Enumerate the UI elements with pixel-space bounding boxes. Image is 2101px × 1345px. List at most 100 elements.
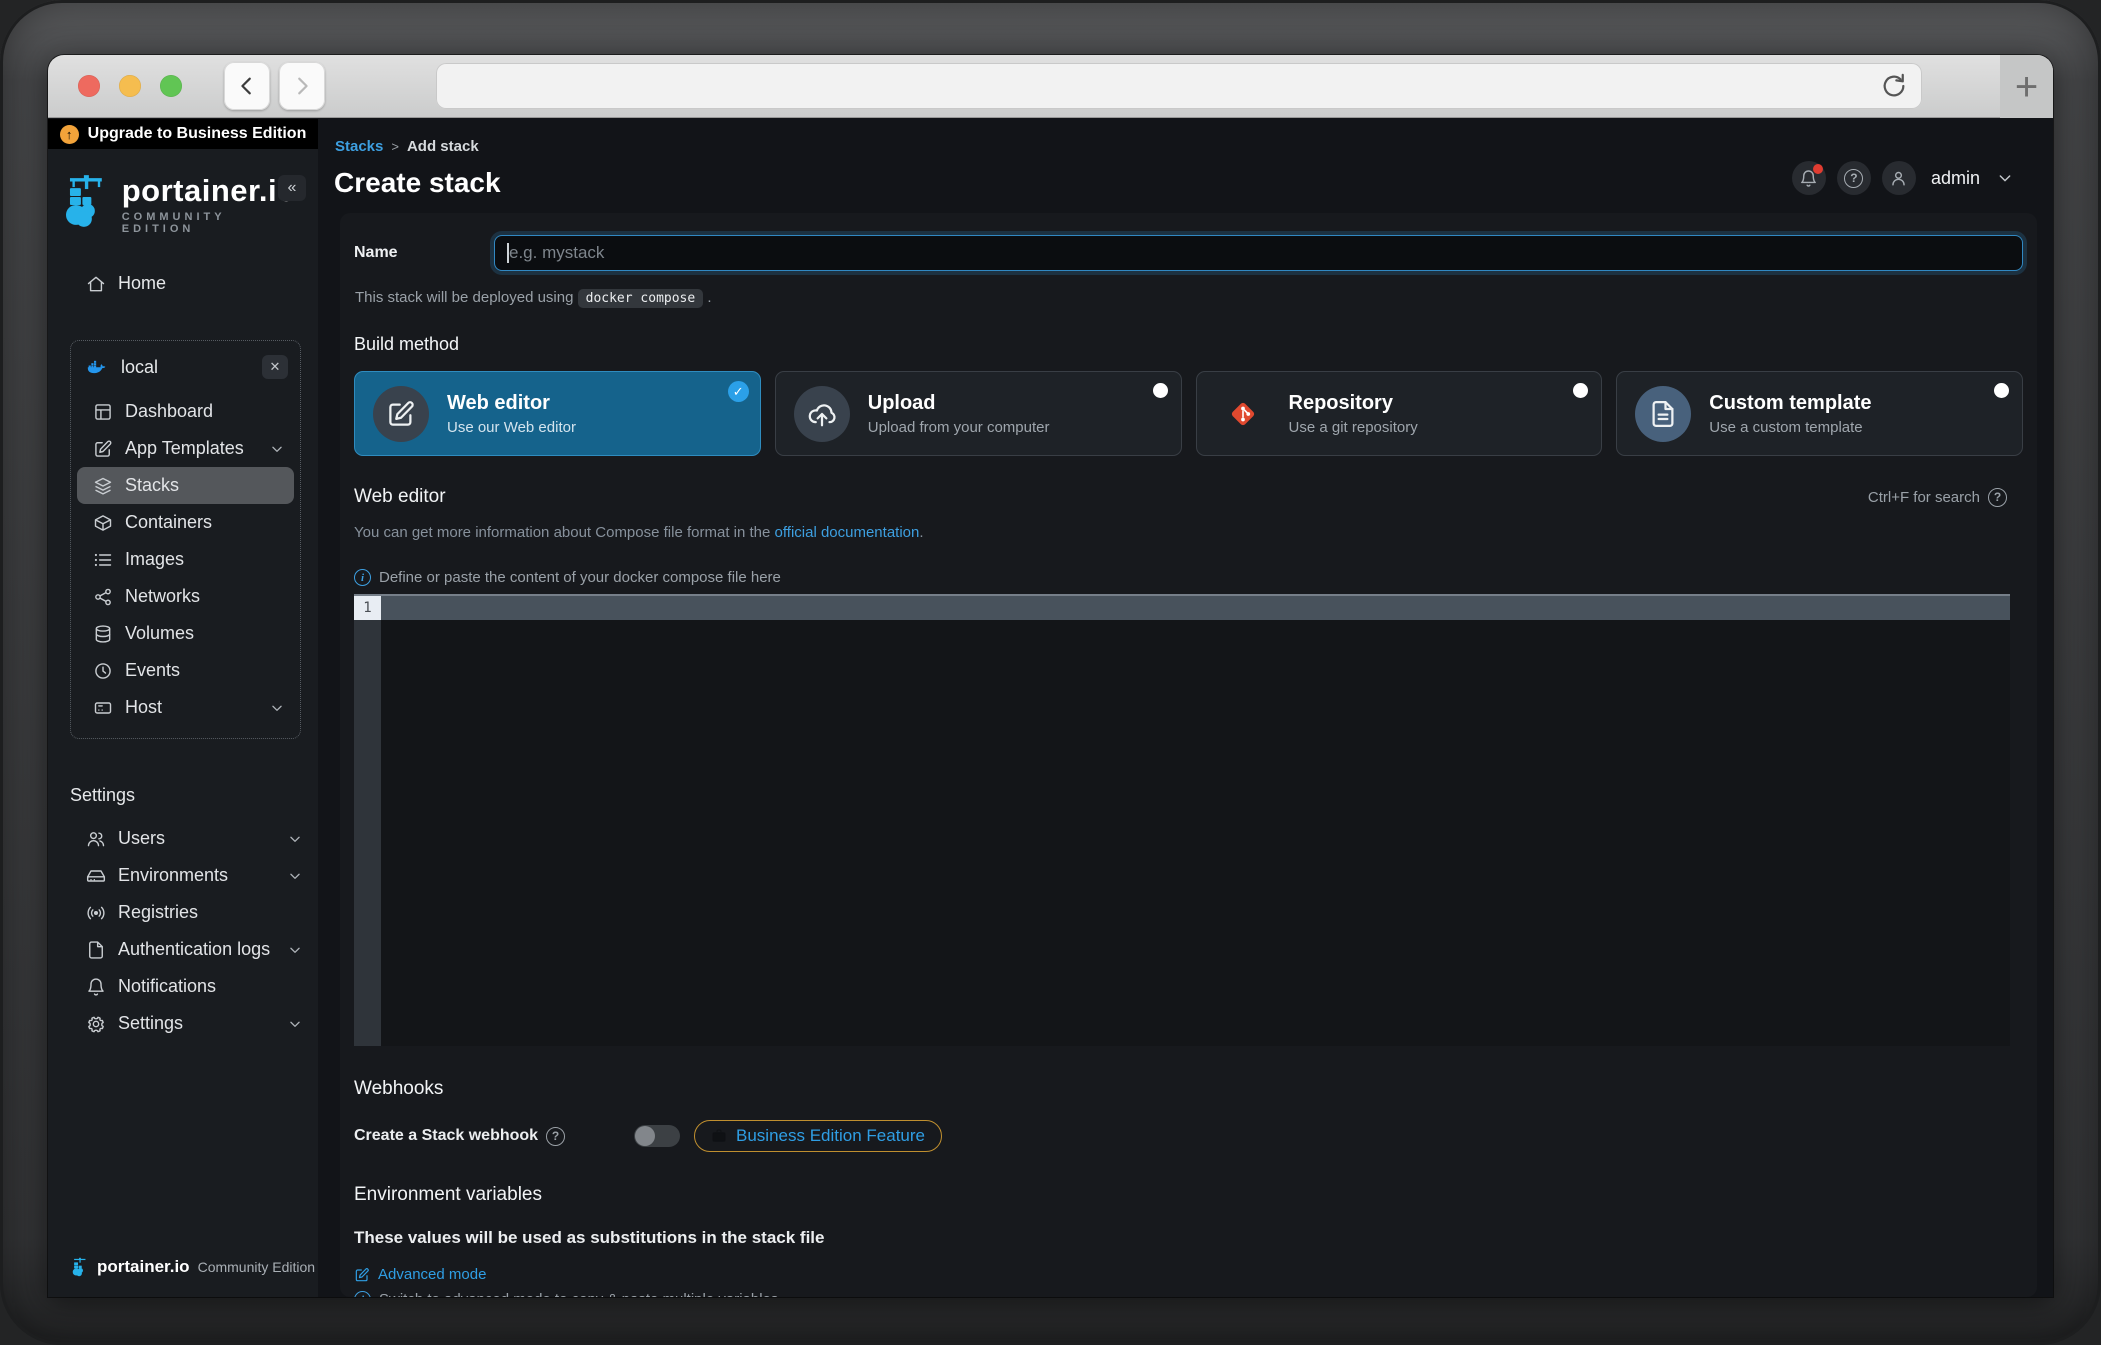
registries-icon bbox=[86, 903, 106, 923]
sidebar-item-authentication-logs[interactable]: Authentication logs bbox=[70, 931, 312, 968]
card-title: Repository bbox=[1289, 392, 1418, 415]
sidebar-collapse-button[interactable]: « bbox=[278, 175, 306, 201]
events-icon bbox=[93, 661, 113, 681]
breadcrumb-stacks-link[interactable]: Stacks bbox=[335, 138, 383, 155]
footer-edition: Community Edition bbox=[198, 1259, 316, 1275]
card-subtitle: Use a git repository bbox=[1289, 419, 1418, 436]
docker-whale-icon bbox=[87, 357, 107, 377]
env-vars-subtitle: These values will be used as substitutio… bbox=[354, 1228, 2023, 1248]
cloud-upload-icon bbox=[807, 399, 837, 429]
sidebar-item-label: Users bbox=[118, 828, 165, 849]
app-templates-icon bbox=[93, 439, 113, 459]
advanced-mode-link[interactable]: Advanced mode bbox=[354, 1266, 2023, 1283]
file-text-icon bbox=[1648, 399, 1678, 429]
notification-badge-dot bbox=[1813, 164, 1823, 174]
sidebar-item-notifications[interactable]: Notifications bbox=[70, 968, 312, 1005]
close-window-button[interactable] bbox=[78, 75, 100, 97]
build-method-web-editor[interactable]: Web editor Use our Web editor ✓ bbox=[354, 371, 761, 456]
sidebar-item-images[interactable]: Images bbox=[77, 541, 294, 578]
sidebar-item-settings[interactable]: Settings bbox=[70, 1005, 312, 1042]
card-title: Web editor bbox=[447, 392, 576, 415]
chevron-down-icon bbox=[288, 1017, 302, 1031]
environment-header[interactable]: local ✕ bbox=[77, 351, 294, 393]
sidebar-item-home[interactable]: Home bbox=[48, 265, 318, 302]
upgrade-banner-label: Upgrade to Business Edition bbox=[88, 125, 307, 143]
card-subtitle: Use our Web editor bbox=[447, 419, 576, 436]
sidebar-item-stacks[interactable]: Stacks bbox=[77, 467, 294, 504]
environment-close-button[interactable]: ✕ bbox=[262, 355, 288, 379]
environments-icon bbox=[86, 866, 106, 886]
question-circle-icon[interactable]: ? bbox=[546, 1127, 565, 1146]
card-subtitle: Upload from your computer bbox=[868, 419, 1050, 436]
reload-button[interactable] bbox=[1880, 72, 1908, 100]
compose-code-editor[interactable]: 1 bbox=[354, 594, 2010, 1046]
sidebar-item-environments[interactable]: Environments bbox=[70, 857, 312, 894]
sidebar-item-host[interactable]: Host bbox=[77, 689, 294, 726]
card-subtitle: Use a custom template bbox=[1709, 419, 1871, 436]
chevron-down-icon[interactable] bbox=[1997, 170, 2013, 186]
line-number: 1 bbox=[354, 596, 381, 620]
upgrade-banner[interactable]: ↑ Upgrade to Business Edition bbox=[48, 119, 318, 149]
reload-icon bbox=[1880, 72, 1908, 100]
users-icon bbox=[86, 829, 106, 849]
header-actions: ? admin bbox=[1792, 161, 2013, 195]
sidebar-item-label: Environments bbox=[118, 865, 228, 886]
build-method-custom-template[interactable]: Custom template Use a custom template bbox=[1616, 371, 2023, 456]
sidebar-item-registries[interactable]: Registries bbox=[70, 894, 312, 931]
app-root: ↑ Upgrade to Business Edition bbox=[48, 119, 2053, 1297]
webhook-row: Create a Stack webhook ? Business Editio… bbox=[354, 1120, 2023, 1152]
breadcrumb: Stacks > Add stack bbox=[318, 119, 2053, 155]
build-method-label: Build method bbox=[354, 334, 2023, 355]
deploy-note: This stack will be deployed using docker… bbox=[355, 289, 2023, 308]
deploy-note-code: docker compose bbox=[578, 289, 704, 308]
user-name: admin bbox=[1931, 168, 1980, 189]
breadcrumb-separator: > bbox=[391, 139, 399, 154]
brand-name: portainer.io bbox=[122, 173, 304, 209]
sidebar-item-containers[interactable]: Containers bbox=[77, 504, 294, 541]
text-cursor bbox=[507, 243, 509, 263]
sidebar-item-label: Events bbox=[125, 660, 180, 681]
minimize-window-button[interactable] bbox=[119, 75, 141, 97]
name-input[interactable] bbox=[494, 235, 2023, 271]
web-editor-icon-circle bbox=[373, 386, 429, 442]
build-method-upload[interactable]: Upload Upload from your computer bbox=[775, 371, 1182, 456]
sidebar-item-events[interactable]: Events bbox=[77, 652, 294, 689]
pencil-square-icon bbox=[386, 399, 416, 429]
business-edition-badge[interactable]: Business Edition Feature bbox=[694, 1120, 942, 1152]
info-circle-icon: i bbox=[354, 569, 371, 586]
new-tab-button[interactable]: + bbox=[2000, 55, 2053, 118]
sidebar-item-label: App Templates bbox=[125, 438, 244, 459]
zoom-window-button[interactable] bbox=[160, 75, 182, 97]
question-circle-icon[interactable]: ? bbox=[1988, 488, 2007, 507]
file-text-icon bbox=[86, 940, 106, 960]
official-documentation-link[interactable]: official documentation bbox=[775, 524, 920, 541]
notifications-button[interactable] bbox=[1792, 161, 1826, 195]
device-frame: + ↑ Upgrade to Business Edition bbox=[0, 0, 2101, 1345]
info-circle-icon: i bbox=[354, 1291, 371, 1297]
volumes-icon bbox=[93, 624, 113, 644]
sidebar-item-volumes[interactable]: Volumes bbox=[77, 615, 294, 652]
webhook-toggle[interactable] bbox=[634, 1125, 680, 1147]
sidebar-item-dashboard[interactable]: Dashboard bbox=[77, 393, 294, 430]
build-method-repository[interactable]: Repository Use a git repository bbox=[1196, 371, 1603, 456]
webhooks-title: Webhooks bbox=[354, 1078, 2023, 1100]
radio-icon bbox=[1573, 383, 1588, 398]
chevron-down-icon bbox=[288, 943, 302, 957]
env-vars-title: Environment variables bbox=[354, 1184, 2023, 1206]
address-bar[interactable] bbox=[436, 63, 1922, 109]
editor-hint: i Define or paste the content of your do… bbox=[354, 569, 2023, 586]
footer-brand: portainer.io bbox=[97, 1257, 190, 1277]
chevron-down-icon bbox=[270, 701, 284, 715]
sidebar-item-app-templates[interactable]: App Templates bbox=[77, 430, 294, 467]
sidebar-item-label: Dashboard bbox=[125, 401, 213, 422]
back-button[interactable] bbox=[224, 62, 270, 110]
forward-button[interactable] bbox=[279, 62, 325, 110]
sidebar-item-networks[interactable]: Networks bbox=[77, 578, 294, 615]
sidebar-item-users[interactable]: Users bbox=[70, 820, 312, 857]
gear-icon bbox=[86, 1014, 106, 1034]
help-button[interactable]: ? bbox=[1837, 161, 1871, 195]
web-editor-title: Web editor bbox=[354, 486, 446, 508]
sidebar-item-label: Host bbox=[125, 697, 162, 718]
sidebar-item-label: Settings bbox=[118, 1013, 183, 1034]
user-avatar[interactable] bbox=[1882, 161, 1916, 195]
